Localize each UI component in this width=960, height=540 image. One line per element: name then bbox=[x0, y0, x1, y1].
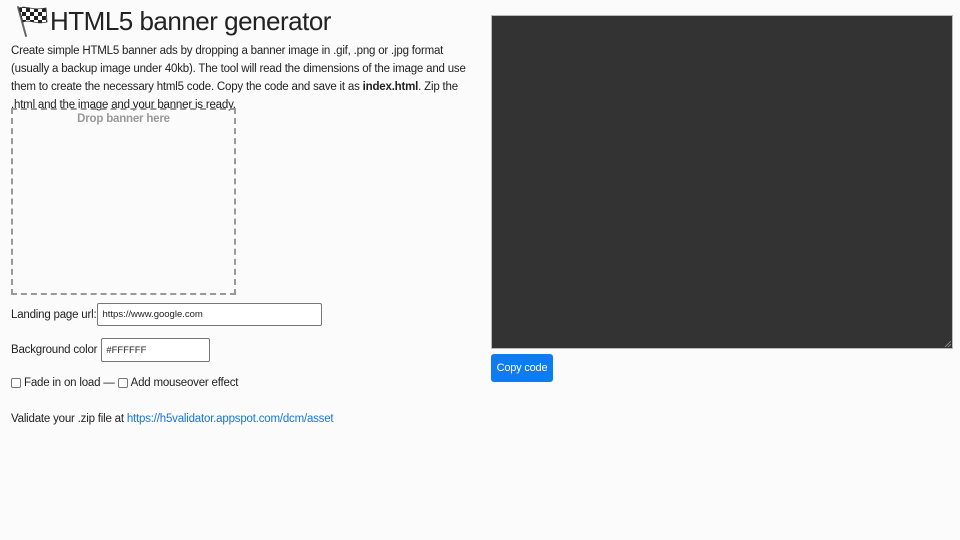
landing-url-row: Landing page url: bbox=[11, 303, 323, 326]
validate-row: Validate your .zip file at https://h5val… bbox=[11, 410, 334, 428]
copy-code-button[interactable]: Copy code bbox=[491, 354, 553, 382]
options-separator: — bbox=[103, 377, 115, 389]
landing-url-input[interactable] bbox=[97, 303, 323, 326]
mouseover-label: Add mouseover effect bbox=[130, 377, 239, 389]
validator-link[interactable]: https://h5validator.appspot.com/dcm/asse… bbox=[127, 413, 334, 425]
background-color-input[interactable] bbox=[101, 338, 211, 362]
mouseover-checkbox[interactable] bbox=[117, 378, 128, 388]
dropzone-label: Drop banner here bbox=[77, 113, 170, 125]
landing-url-label: Landing page url: bbox=[11, 308, 97, 321]
fade-in-label: Fade in on load bbox=[24, 377, 101, 389]
checkered-flag-icon bbox=[17, 6, 48, 37]
validate-text: Validate your .zip file at bbox=[11, 413, 124, 425]
intro-description: Create simple HTML5 banner ads by droppi… bbox=[11, 42, 481, 114]
page-title: HTML5 banner generator bbox=[50, 5, 331, 36]
resize-handle-icon[interactable] bbox=[944, 340, 951, 347]
background-color-label: Background color bbox=[11, 344, 98, 356]
banner-dropzone[interactable]: Drop banner here bbox=[11, 108, 236, 295]
filename-highlight: index.html bbox=[362, 81, 419, 93]
options-row: Fade in on load — Add mouseover effect bbox=[11, 374, 238, 392]
background-color-row: Background color bbox=[11, 338, 211, 362]
page-header: HTML5 banner generator bbox=[14, 3, 331, 39]
code-output-textarea[interactable] bbox=[491, 15, 953, 349]
fade-in-checkbox[interactable] bbox=[11, 378, 21, 388]
